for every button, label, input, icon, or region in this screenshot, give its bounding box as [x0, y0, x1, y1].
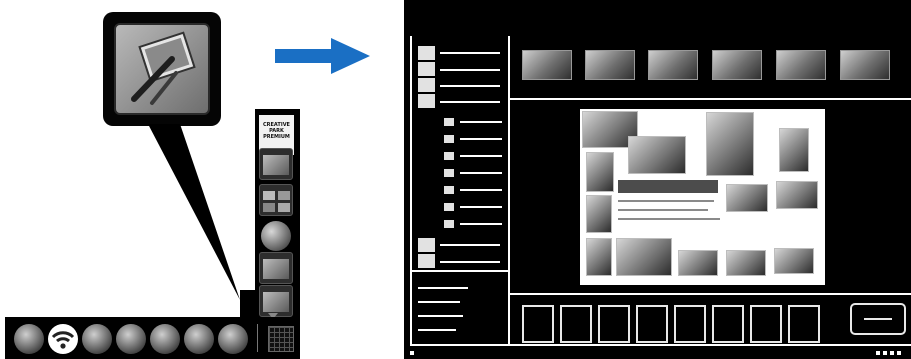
sidebar-subitem-label [460, 121, 502, 123]
layout-photo[interactable] [586, 152, 614, 192]
item-slot[interactable] [674, 305, 706, 343]
sidebar-item-icon[interactable] [418, 78, 435, 92]
photo-edit-icon[interactable] [259, 252, 293, 284]
image-grid-icon[interactable] [259, 184, 293, 216]
dock-separator [257, 324, 258, 352]
info-line [418, 315, 463, 317]
top-strip-divider [510, 98, 911, 100]
layout-text-line [618, 200, 714, 202]
item-slot[interactable] [560, 305, 592, 343]
layout-photo[interactable] [586, 238, 612, 276]
item-slot[interactable] [788, 305, 820, 343]
documents-icon[interactable] [184, 324, 214, 354]
layout-photo[interactable] [726, 184, 768, 212]
sidebar-subitem-label [460, 223, 502, 225]
layout-text-line [618, 209, 708, 211]
status-indicator [410, 351, 414, 355]
thumbnail-photo[interactable] [776, 50, 826, 80]
photo-edit-icon-enlarged [114, 23, 210, 115]
sidebar-item-icon[interactable] [418, 238, 435, 252]
page-dot[interactable] [883, 351, 887, 355]
layout-photo[interactable] [726, 250, 766, 276]
sidebar-subitem-icon[interactable] [444, 152, 454, 160]
sidebar-item-label [440, 244, 500, 246]
web-shop-icon[interactable] [116, 324, 146, 354]
layout-photo[interactable] [706, 112, 754, 176]
sidebar-item-label [440, 261, 500, 263]
sidebar-subitem-label [460, 138, 502, 140]
info-line [418, 301, 460, 303]
layout-photo[interactable] [586, 195, 612, 233]
layout-photo[interactable] [628, 136, 686, 174]
sidebar-divider [508, 36, 510, 346]
layout-photo[interactable] [678, 250, 718, 276]
sidebar-item-icon[interactable] [418, 254, 435, 268]
thumbnail-photo[interactable] [712, 50, 762, 80]
sidebar-subitem-icon[interactable] [444, 186, 454, 194]
arrow-right-icon [275, 38, 370, 74]
thumbnail-photo[interactable] [648, 50, 698, 80]
calendar-grid-icon[interactable] [268, 326, 294, 352]
layout-photo[interactable] [776, 181, 818, 209]
item-slot[interactable] [598, 305, 630, 343]
item-slot[interactable] [750, 305, 782, 343]
item-slot[interactable] [636, 305, 668, 343]
help-icon[interactable] [218, 324, 248, 354]
window-border-bottom [410, 344, 911, 346]
disc-icon[interactable] [261, 221, 291, 251]
photo-upload-icon[interactable] [82, 324, 112, 354]
sidebar-subitem-icon[interactable] [444, 220, 454, 228]
layout-text-line [618, 218, 720, 220]
sidebar-item-icon[interactable] [418, 94, 435, 108]
thumbnail-photo[interactable] [840, 50, 890, 80]
sidebar-subitem-label [460, 172, 502, 174]
sidebar-item-label [440, 52, 500, 54]
sidebar-subitem-label [460, 206, 502, 208]
sidebar-subitem-icon[interactable] [444, 118, 454, 126]
layout-photo[interactable] [774, 248, 814, 274]
layout-title-text[interactable] [618, 180, 718, 193]
item-slot[interactable] [712, 305, 744, 343]
sidebar-subitem-icon[interactable] [444, 169, 454, 177]
people-icon[interactable] [150, 324, 180, 354]
wifi-icon[interactable] [48, 324, 78, 354]
printer-icon[interactable] [14, 324, 44, 354]
sidebar-subitem-label [460, 189, 502, 191]
photo-layout-icon[interactable] [259, 148, 293, 180]
sidebar-item-label [440, 101, 500, 103]
sidebar-item-icon[interactable] [418, 46, 435, 60]
page-dot[interactable] [897, 351, 901, 355]
sidebar-subitem-label [460, 155, 502, 157]
info-line [418, 329, 456, 331]
sidebar-item-label [440, 85, 500, 87]
sidebar-subitem-icon[interactable] [444, 203, 454, 211]
thumbnail-photo[interactable] [522, 50, 572, 80]
window-border-left [410, 36, 412, 346]
page-dot[interactable] [890, 351, 894, 355]
bottom-strip-divider [510, 293, 911, 295]
page-dot[interactable] [876, 351, 880, 355]
sidebar-subitem-icon[interactable] [444, 135, 454, 143]
sidebar-item-label [440, 69, 500, 71]
action-button-label-line [864, 318, 892, 320]
info-line [418, 287, 468, 289]
item-slot[interactable] [522, 305, 554, 343]
layout-photo[interactable] [779, 128, 809, 172]
layout-photo[interactable] [616, 238, 672, 276]
sidebar-bottom-divider [410, 270, 510, 272]
sidebar-item-icon[interactable] [418, 62, 435, 76]
thumbnail-photo[interactable] [585, 50, 635, 80]
creative-park-premium-label: CREATIVE PARK PREMIUM [263, 122, 290, 140]
